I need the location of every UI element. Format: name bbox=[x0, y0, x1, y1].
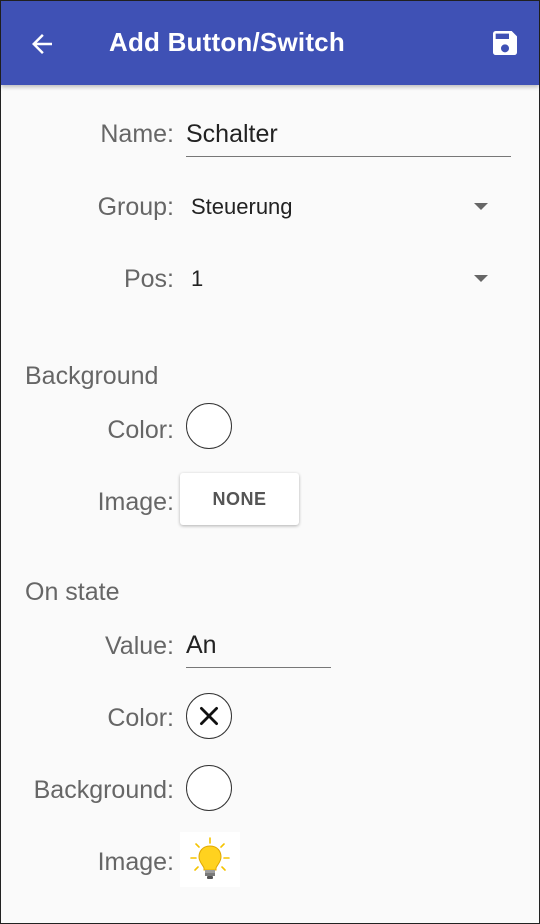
group-label: Group: bbox=[97, 193, 174, 221]
pos-value: 1 bbox=[191, 266, 204, 291]
pos-label: Pos: bbox=[123, 265, 174, 293]
on-value-label: Value: bbox=[104, 632, 174, 660]
chevron-down-icon bbox=[474, 275, 488, 282]
background-image-label: Image: bbox=[97, 488, 174, 516]
on-color-label: Color: bbox=[107, 704, 174, 732]
page-title: Add Button/Switch bbox=[109, 27, 345, 57]
on-image-picker[interactable] bbox=[180, 832, 240, 887]
on-image-label: Image: bbox=[97, 848, 174, 876]
arrow-left-icon[interactable] bbox=[27, 29, 57, 59]
background-color-label: Color: bbox=[107, 416, 174, 444]
chevron-down-icon bbox=[474, 203, 488, 210]
app-bar: Add Button/Switch bbox=[1, 1, 539, 85]
on-state-section-header: On state bbox=[25, 578, 120, 606]
save-icon[interactable] bbox=[489, 27, 521, 59]
group-value: Steuerung bbox=[191, 194, 293, 219]
on-background-label: Background: bbox=[33, 776, 174, 804]
name-label: Name: bbox=[100, 120, 174, 148]
pos-dropdown[interactable]: 1 bbox=[191, 266, 491, 296]
lightbulb-icon bbox=[190, 837, 230, 879]
on-value-field[interactable]: An bbox=[186, 623, 331, 668]
name-value: Schalter bbox=[186, 120, 278, 148]
background-section-header: Background bbox=[25, 362, 159, 390]
group-dropdown[interactable]: Steuerung bbox=[191, 194, 491, 224]
close-x-icon bbox=[200, 707, 218, 725]
on-color-swatch[interactable] bbox=[186, 693, 232, 739]
background-color-swatch[interactable] bbox=[186, 403, 232, 449]
name-field[interactable]: Schalter bbox=[186, 112, 511, 157]
on-background-swatch[interactable] bbox=[186, 765, 232, 811]
background-image-none-button[interactable]: NONE bbox=[180, 473, 299, 525]
on-value-text: An bbox=[186, 631, 217, 659]
